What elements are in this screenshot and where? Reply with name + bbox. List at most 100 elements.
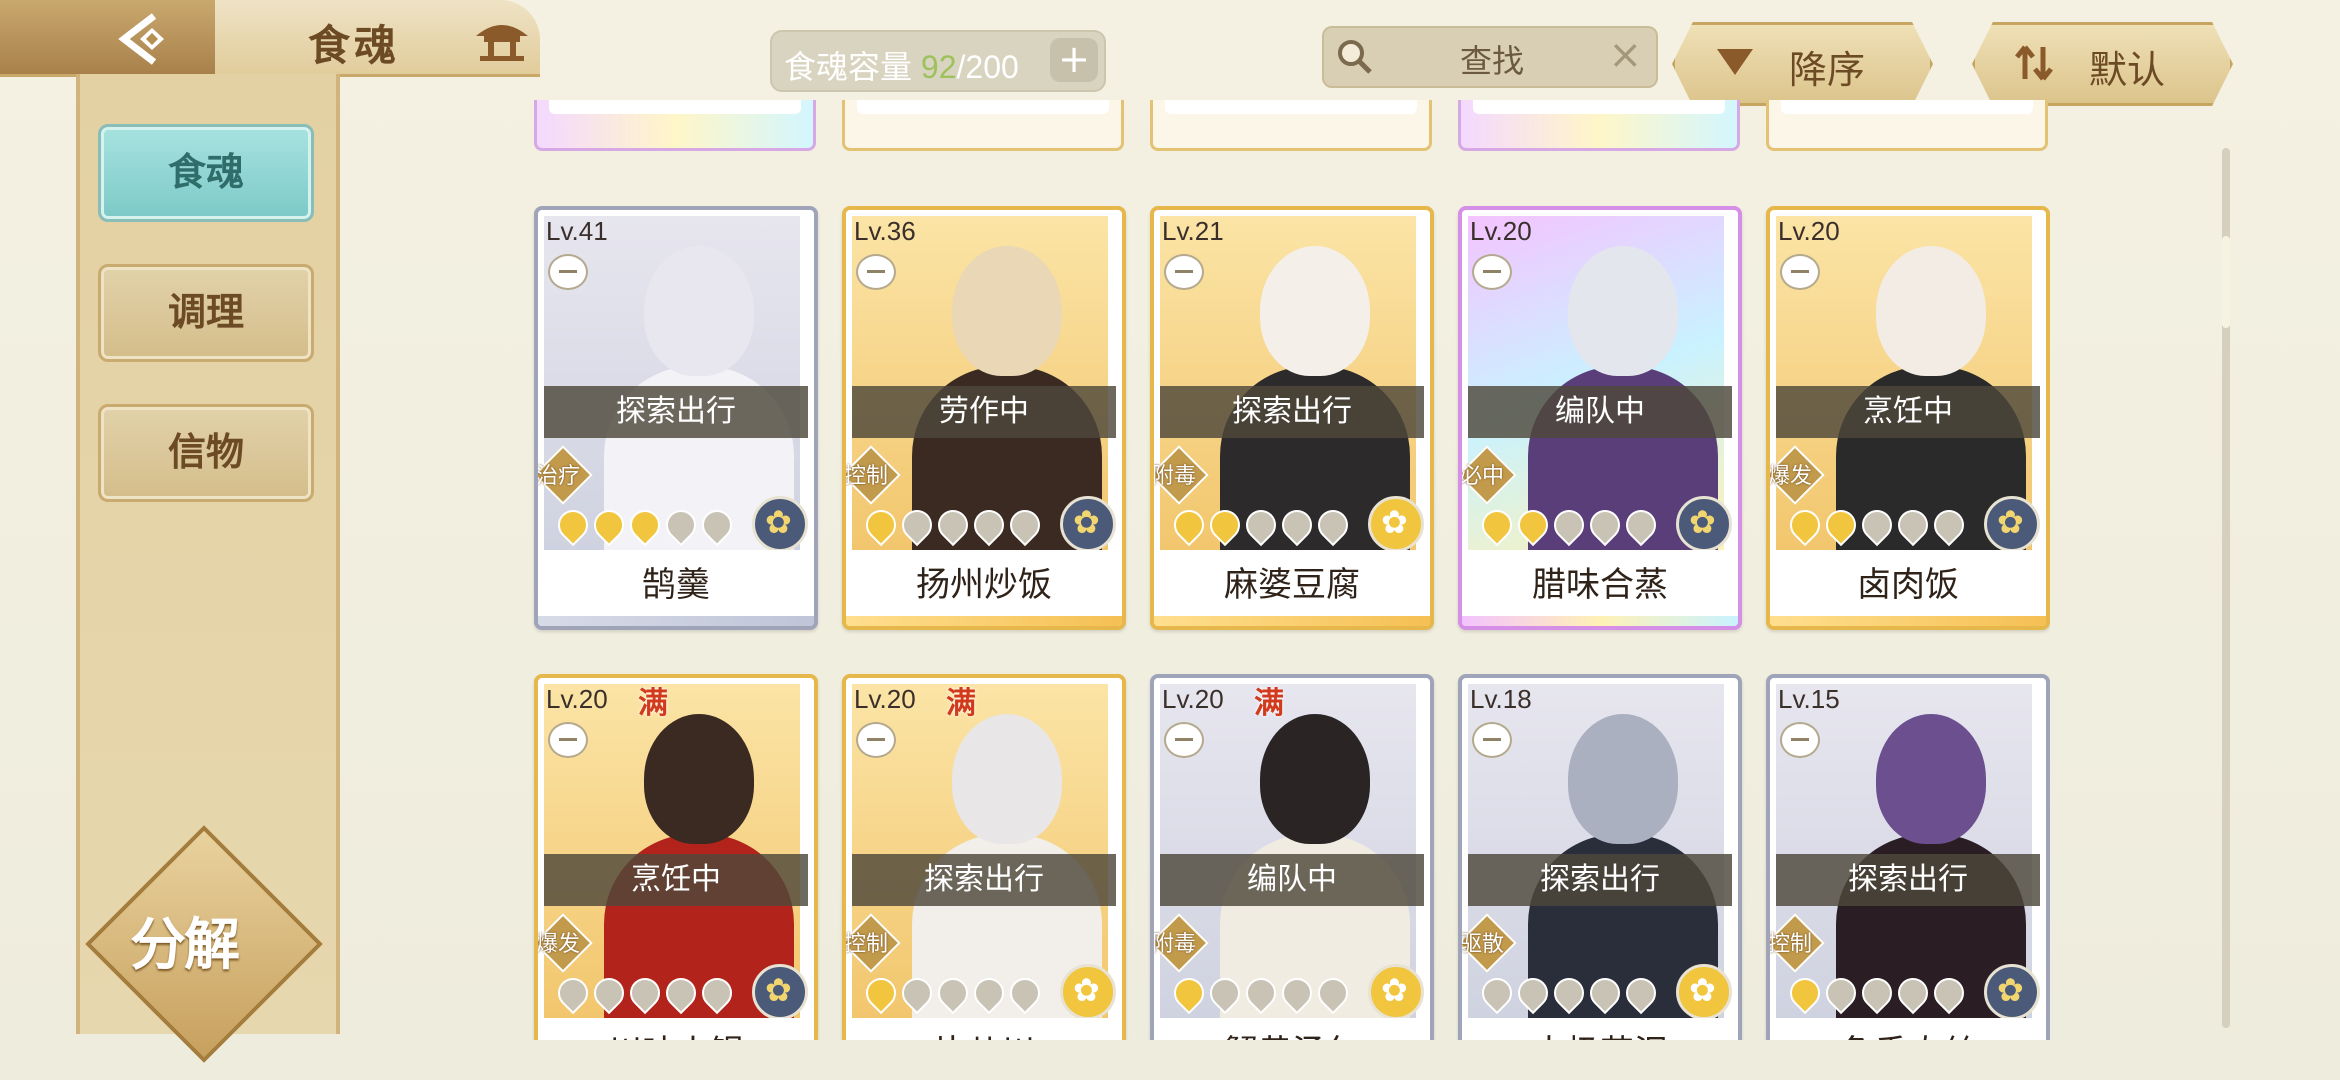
level-label: Lv.20: [854, 684, 916, 714]
star-rating: [551, 503, 739, 547]
card-partial[interactable]: [1766, 100, 2048, 151]
star-icon: [1511, 971, 1555, 1015]
star-icon: [551, 971, 595, 1015]
type-label: 控制: [844, 932, 889, 957]
scrollbar-thumb[interactable]: [2222, 236, 2230, 328]
type-label: 爆发: [1768, 464, 1813, 489]
star-rating: [1783, 971, 1971, 1015]
star-rating: [1167, 971, 1355, 1015]
food-soul-card[interactable]: Lv.20 满烹饪中爆发川味火锅: [534, 674, 818, 1040]
status-label: 编队中: [1160, 854, 1424, 906]
food-soul-card[interactable]: Lv.18 探索出行驱散太极芋泥: [1458, 674, 1742, 1040]
star-icon: [695, 971, 739, 1015]
default-sort-button[interactable]: 默认: [1972, 22, 2233, 106]
star-icon: [1619, 503, 1663, 547]
star-icon: [895, 503, 939, 547]
type-badge: 驱散: [1462, 913, 1517, 973]
level-label: Lv.36: [854, 216, 916, 246]
food-soul-name: 鹄羹: [538, 550, 814, 620]
sidebar-item-food-souls[interactable]: 食魂: [98, 124, 314, 222]
flower-icon: [752, 964, 808, 1020]
star-icon: [1927, 503, 1971, 547]
card-partial[interactable]: [534, 100, 816, 151]
star-icon: [1891, 971, 1935, 1015]
character-head: [644, 714, 754, 844]
type-label: 驱散: [1460, 932, 1505, 957]
level-label: Lv.41: [546, 216, 608, 246]
food-soul-card[interactable]: Lv.21 探索出行附毒麻婆豆腐: [1150, 206, 1434, 630]
add-capacity-button[interactable]: +: [1050, 38, 1098, 82]
flower-icon: [1984, 964, 2040, 1020]
flower-icon: [1676, 964, 1732, 1020]
flower-icon: [1368, 964, 1424, 1020]
pavilion-icon[interactable]: [470, 18, 534, 62]
character-head: [1568, 246, 1678, 376]
type-badge: 控制: [1770, 913, 1825, 973]
card-partial[interactable]: [1150, 100, 1432, 151]
star-icon: [1819, 503, 1863, 547]
max-badge: 满: [946, 686, 976, 721]
close-icon[interactable]: ×: [1608, 32, 1642, 78]
status-label: 探索出行: [544, 386, 808, 438]
star-icon: [859, 971, 903, 1015]
food-soul-card[interactable]: Lv.41 探索出行治疗鹄羹: [534, 206, 818, 630]
level-label: Lv.15: [1778, 684, 1840, 714]
search-input[interactable]: 查找 ×: [1322, 26, 1658, 88]
status-label: 探索出行: [1776, 854, 2040, 906]
food-soul-card[interactable]: Lv.20 满编队中附毒蟹黄汤包: [1150, 674, 1434, 1040]
capacity-label: 食魂容量: [784, 49, 913, 85]
character-head: [644, 246, 754, 376]
star-icon: [1783, 503, 1827, 547]
sidebar-item-conditioning[interactable]: 调理: [98, 264, 314, 362]
type-badge: 控制: [846, 445, 901, 505]
star-icon: [1475, 503, 1519, 547]
star-rating: [1167, 503, 1355, 547]
type-badge: 必中: [1462, 445, 1517, 505]
food-soul-card[interactable]: Lv.15 探索出行控制鱼香肉丝: [1766, 674, 2050, 1040]
max-badge: 满: [638, 686, 668, 721]
rarity-strip: [538, 616, 814, 626]
star-icon: [587, 971, 631, 1015]
food-soul-card[interactable]: Lv.20 编队中必中腊味合蒸: [1458, 206, 1742, 630]
mood-bubble-icon: [1164, 254, 1204, 290]
food-soul-grid: Lv.41探索出行治疗鹄羹Lv.36劳作中控制扬州炒饭Lv.21探索出行附毒麻婆…: [520, 100, 2050, 1040]
star-icon: [1583, 503, 1627, 547]
star-icon: [1239, 971, 1283, 1015]
flower-icon: [1368, 496, 1424, 552]
star-icon: [1855, 971, 1899, 1015]
star-icon: [587, 503, 631, 547]
level-label: Lv.20: [1470, 216, 1532, 246]
star-icon: [1203, 503, 1247, 547]
back-button[interactable]: [0, 0, 218, 74]
status-label: 烹饪中: [544, 854, 808, 906]
level-label: Lv.20: [546, 684, 608, 714]
food-soul-card[interactable]: Lv.36 劳作中控制扬州炒饭: [842, 206, 1126, 630]
card-partial[interactable]: [1458, 100, 1740, 151]
food-soul-name: 蟹黄汤包: [1154, 1018, 1430, 1040]
card-partial[interactable]: [842, 100, 1124, 151]
star-icon: [1275, 971, 1319, 1015]
food-soul-card[interactable]: Lv.20 烹饪中爆发卤肉饭: [1766, 206, 2050, 630]
character-head: [1260, 714, 1370, 844]
star-rating: [551, 971, 739, 1015]
star-icon: [659, 503, 703, 547]
star-icon: [1583, 971, 1627, 1015]
food-soul-card[interactable]: Lv.20 满探索出行控制片儿川: [842, 674, 1126, 1040]
star-icon: [659, 971, 703, 1015]
star-icon: [1203, 971, 1247, 1015]
page-title: 食魂: [308, 21, 401, 70]
mood-bubble-icon: [1472, 722, 1512, 758]
type-label: 附毒: [1152, 932, 1197, 957]
star-icon: [1167, 971, 1211, 1015]
type-badge: 附毒: [1154, 445, 1209, 505]
sidebar-item-label: 食魂: [167, 149, 244, 194]
mood-bubble-icon: [548, 254, 588, 290]
mood-bubble-icon: [1164, 722, 1204, 758]
level-label: Lv.21: [1162, 216, 1224, 246]
type-label: 必中: [1460, 464, 1505, 489]
star-rating: [859, 503, 1047, 547]
sort-order-button[interactable]: 降序: [1672, 22, 1933, 106]
default-sort-label: 默认: [2089, 48, 2166, 92]
sidebar-item-tokens[interactable]: 信物: [98, 404, 314, 502]
star-rating: [859, 971, 1047, 1015]
